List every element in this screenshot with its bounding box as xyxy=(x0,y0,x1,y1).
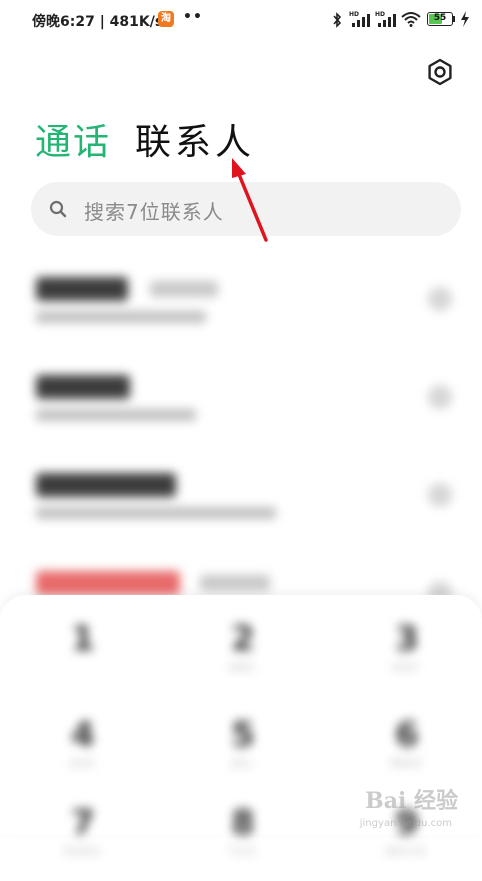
battery-level: 55 xyxy=(433,13,447,23)
list-item[interactable] xyxy=(0,451,482,541)
list-item[interactable] xyxy=(0,255,482,345)
dialpad-key-8[interactable]: 8 TUV xyxy=(188,801,298,881)
list-item[interactable] xyxy=(0,353,482,443)
tab-calls[interactable]: 通话 xyxy=(35,113,111,165)
watermark-logo: Bai 经验 xyxy=(365,788,458,814)
search-placeholder: 搜索7位联系人 xyxy=(84,200,224,224)
battery-nub xyxy=(453,16,455,22)
dialpad-key-7[interactable]: 7 PQRS xyxy=(28,801,138,881)
more-notifications-icon: •• xyxy=(183,9,203,25)
battery-icon: 55 xyxy=(427,12,453,26)
dialpad-key-3[interactable]: 3 DEF xyxy=(352,617,462,697)
search-icon xyxy=(49,200,67,218)
signal-hd-icon-2: HD xyxy=(375,11,396,27)
annotation-arrow xyxy=(232,158,268,242)
wifi-icon xyxy=(401,12,421,27)
dialpad-key-1[interactable]: 1 xyxy=(28,617,138,697)
bluetooth-icon xyxy=(333,12,342,28)
signal-hd-icon: HD xyxy=(349,11,370,27)
notification-app-icon: 淘 xyxy=(158,11,174,27)
svg-text:HD: HD xyxy=(375,11,385,18)
status-bar: 傍晚6:27 | 481K/s 淘 •• HD HD 55 xyxy=(0,0,482,42)
charging-icon xyxy=(461,11,469,27)
svg-text:HD: HD xyxy=(349,11,359,18)
dialpad-key-2[interactable]: 2 ABC xyxy=(188,617,298,697)
contact-list xyxy=(0,255,482,615)
dialpad-key-5[interactable]: 5 JKL xyxy=(188,713,298,793)
dialpad: 1 2 ABC 3 DEF 4 GHI 5 JKL 6 MNO 7 PQRS 8 xyxy=(0,595,482,858)
status-time-speed: 傍晚6:27 | 481K/s xyxy=(32,14,164,30)
dialpad-key-4[interactable]: 4 GHI xyxy=(28,713,138,793)
settings-icon[interactable] xyxy=(426,58,454,86)
watermark-url: jingyan.baidu.com xyxy=(359,818,452,829)
dialpad-key-6[interactable]: 6 MNO xyxy=(352,713,462,793)
